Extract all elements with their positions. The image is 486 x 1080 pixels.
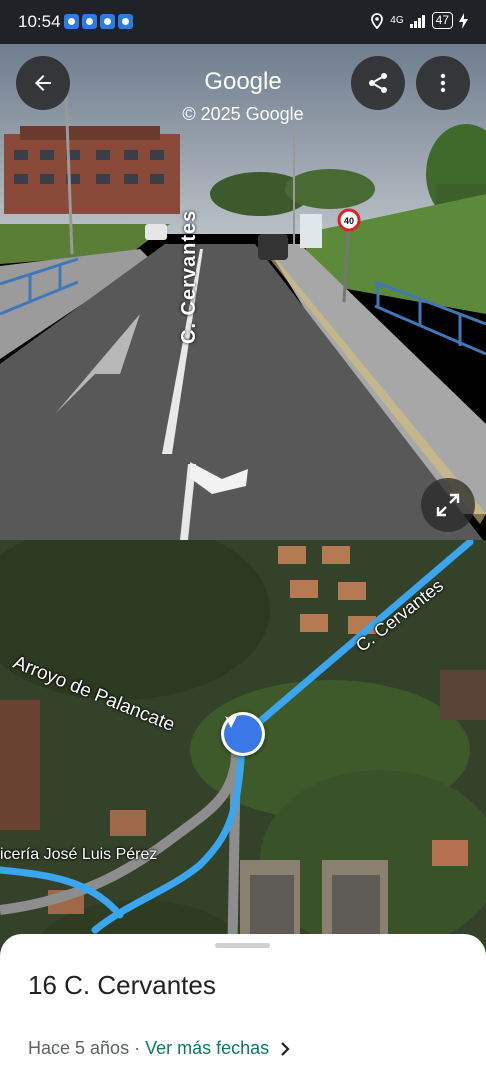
notification-icons	[64, 14, 133, 29]
drag-handle[interactable]	[215, 943, 270, 948]
more-dates-link[interactable]: Ver más fechas	[145, 1038, 269, 1059]
mail-app-icon	[100, 14, 115, 29]
street-view-panel[interactable]: 40 Google © 2025 Google C. Cervantes	[0, 44, 486, 540]
network-label: 4G	[390, 15, 404, 26]
address-title: 16 C. Cervantes	[28, 970, 216, 1000]
status-bar: 10:54 4G 47	[0, 0, 486, 44]
battery-indicator: 47	[431, 12, 453, 29]
direction-arrow-icon	[224, 715, 262, 753]
settings-app-icon	[64, 14, 79, 29]
video-app-icon	[118, 14, 133, 29]
street-view-position-marker[interactable]	[221, 712, 265, 756]
share-button[interactable]	[351, 56, 405, 110]
separator: ·	[129, 1038, 146, 1058]
location-icon	[371, 12, 384, 29]
share-icon	[369, 73, 387, 93]
street-view-street-label: C. Cervantes	[178, 209, 200, 344]
page-title: Google	[204, 68, 282, 95]
bottom-sheet[interactable]: 16 C. Cervantes Hace 5 años · Ver más fe…	[0, 934, 486, 1080]
capture-info: Hace 5 años · Ver más fechas	[28, 1038, 291, 1059]
signal-icon	[409, 14, 425, 28]
copyright-text: © 2025 Google	[182, 104, 304, 124]
status-right: 4G 47	[370, 12, 468, 29]
status-time: 10:54	[18, 12, 61, 31]
expand-icon	[436, 493, 460, 517]
messenger-app-icon	[82, 14, 97, 29]
more-options-button[interactable]	[416, 56, 470, 110]
speed-sign-label: 40	[344, 216, 354, 226]
expand-button[interactable]	[421, 478, 475, 532]
map-label-business: icería José Luis Pérez	[0, 846, 158, 863]
charging-icon	[459, 12, 468, 29]
more-vert-icon	[440, 73, 446, 93]
capture-age: Hace 5 años	[28, 1038, 130, 1058]
chevron-right-icon[interactable]	[279, 1041, 291, 1056]
